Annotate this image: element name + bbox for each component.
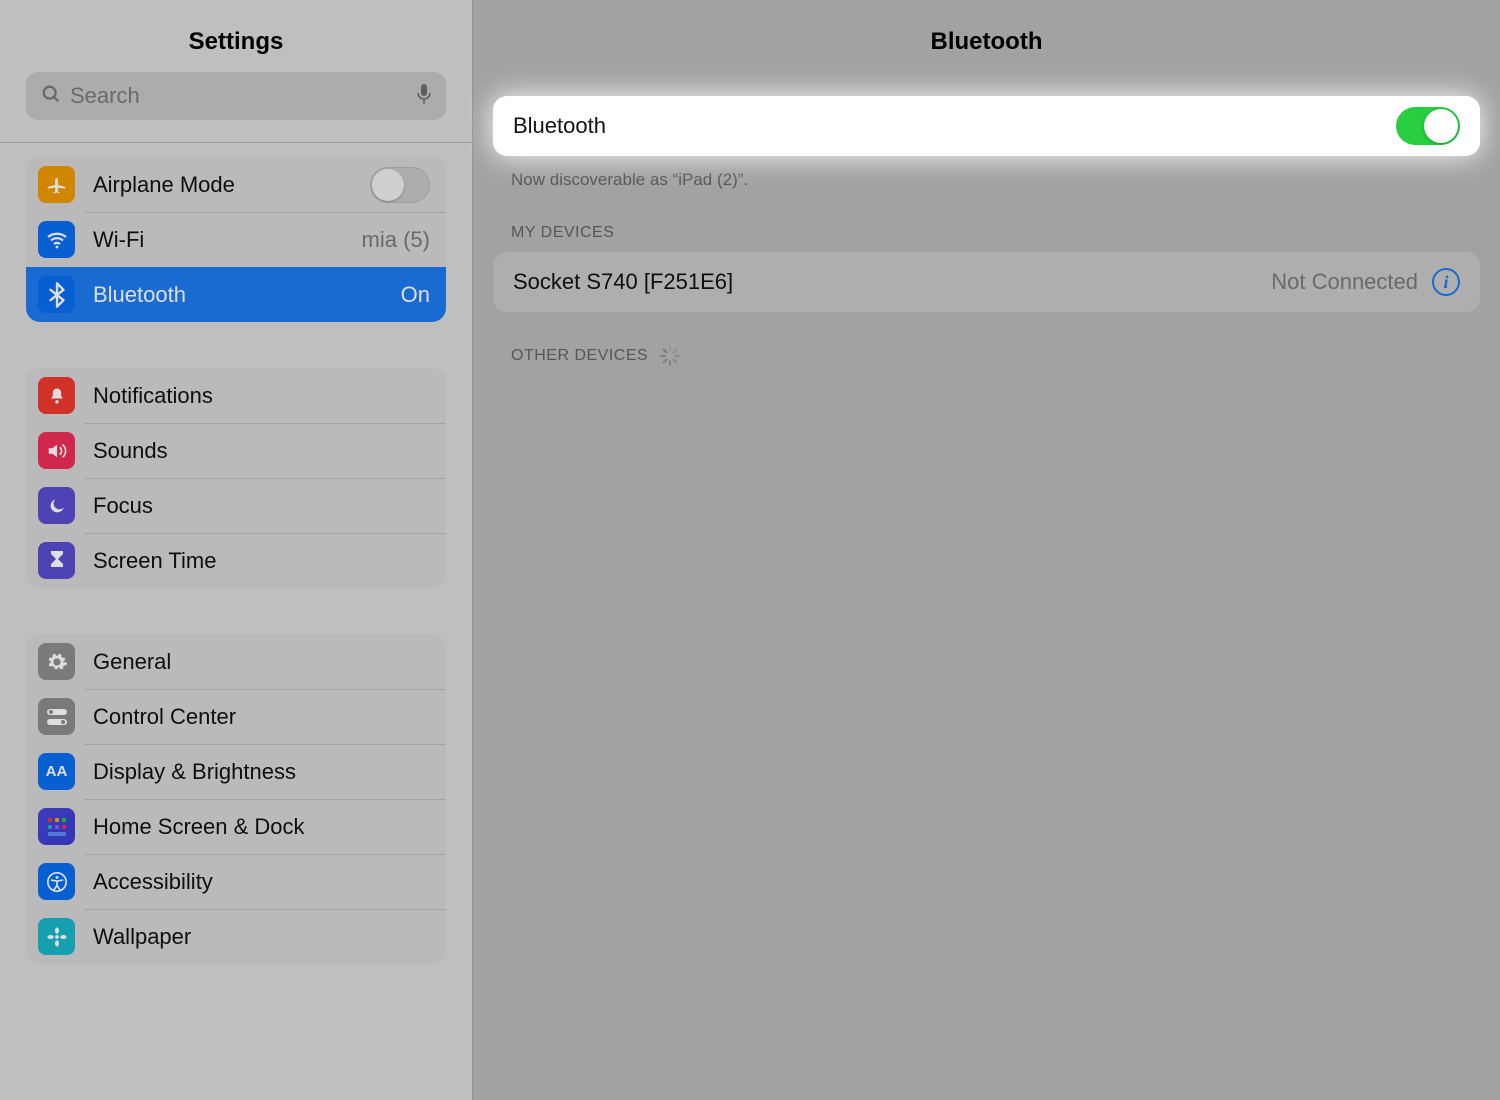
sidebar-item-screentime[interactable]: Screen Time: [26, 533, 446, 588]
search-input[interactable]: Search: [26, 72, 446, 120]
settings-sidebar: Settings Search Airplane Mode: [0, 0, 473, 1100]
accessibility-icon: [38, 863, 75, 900]
gear-icon: [38, 643, 75, 680]
flower-icon: [38, 918, 75, 955]
bluetooth-detail-pane: Bluetooth Bluetooth Now discoverable as …: [473, 0, 1500, 1100]
sidebar-group-alerts: Notifications Sounds Focus Screen Time: [26, 368, 446, 588]
moon-icon: [38, 487, 75, 524]
search-placeholder: Search: [70, 83, 416, 109]
airplane-toggle[interactable]: [370, 167, 430, 203]
sidebar-item-value: mia (5): [362, 227, 430, 253]
sidebar-item-homescreen[interactable]: Home Screen & Dock: [26, 799, 446, 854]
sidebar-item-label: Sounds: [93, 438, 430, 464]
sidebar-group-general: General Control Center AA Display & Brig…: [26, 634, 446, 964]
sidebar-item-accessibility[interactable]: Accessibility: [26, 854, 446, 909]
my-devices-list: Socket S740 [F251E6] Not Connected i: [493, 252, 1480, 312]
device-row[interactable]: Socket S740 [F251E6] Not Connected i: [493, 252, 1480, 312]
detail-title: Bluetooth: [473, 0, 1500, 96]
sidebar-item-label: Accessibility: [93, 869, 430, 895]
sidebar-item-display[interactable]: AA Display & Brightness: [26, 744, 446, 799]
device-name: Socket S740 [F251E6]: [513, 269, 1271, 295]
sidebar-item-label: Home Screen & Dock: [93, 814, 430, 840]
discoverable-text: Now discoverable as “iPad (2)”.: [473, 156, 1500, 190]
sidebar-item-airplane[interactable]: Airplane Mode: [26, 157, 446, 212]
sidebar-item-notifications[interactable]: Notifications: [26, 368, 446, 423]
sidebar-item-wifi[interactable]: Wi-Fi mia (5): [26, 212, 446, 267]
spinner-icon: [660, 346, 680, 366]
sidebar-item-label: Bluetooth: [93, 282, 401, 308]
bell-icon: [38, 377, 75, 414]
sidebar-item-label: Airplane Mode: [93, 172, 370, 198]
sidebar-item-label: Display & Brightness: [93, 759, 430, 785]
sidebar-item-label: Wallpaper: [93, 924, 430, 950]
microphone-icon[interactable]: [416, 83, 432, 110]
sidebar-item-focus[interactable]: Focus: [26, 478, 446, 533]
device-status: Not Connected: [1271, 269, 1418, 295]
sidebar-item-label: Notifications: [93, 383, 430, 409]
hourglass-icon: [38, 542, 75, 579]
bluetooth-icon: [38, 276, 75, 313]
display-icon: AA: [38, 753, 75, 790]
search-icon: [40, 83, 62, 110]
sidebar-item-sounds[interactable]: Sounds: [26, 423, 446, 478]
sidebar-item-value: On: [401, 282, 430, 308]
wifi-icon: [38, 221, 75, 258]
sidebar-item-label: Wi-Fi: [93, 227, 362, 253]
sidebar-item-wallpaper[interactable]: Wallpaper: [26, 909, 446, 964]
bluetooth-toggle-card: Bluetooth: [493, 96, 1480, 156]
bluetooth-toggle[interactable]: [1396, 107, 1460, 145]
info-icon[interactable]: i: [1432, 268, 1460, 296]
sidebar-item-bluetooth[interactable]: Bluetooth On: [26, 267, 446, 322]
sidebar-item-label: General: [93, 649, 430, 675]
speaker-icon: [38, 432, 75, 469]
sidebar-item-general[interactable]: General: [26, 634, 446, 689]
sidebar-group-connectivity: Airplane Mode Wi-Fi mia (5) Bluetooth On: [26, 157, 446, 322]
bluetooth-toggle-label: Bluetooth: [513, 113, 1396, 139]
sidebar-title: Settings: [0, 0, 472, 72]
other-devices-header: OTHER DEVICES: [473, 312, 1500, 376]
grid-icon: [38, 808, 75, 845]
sidebar-item-label: Screen Time: [93, 548, 430, 574]
my-devices-header: MY DEVICES: [473, 190, 1500, 252]
switches-icon: [38, 698, 75, 735]
airplane-icon: [38, 166, 75, 203]
sidebar-item-label: Focus: [93, 493, 430, 519]
sidebar-item-controlcenter[interactable]: Control Center: [26, 689, 446, 744]
sidebar-item-label: Control Center: [93, 704, 430, 730]
